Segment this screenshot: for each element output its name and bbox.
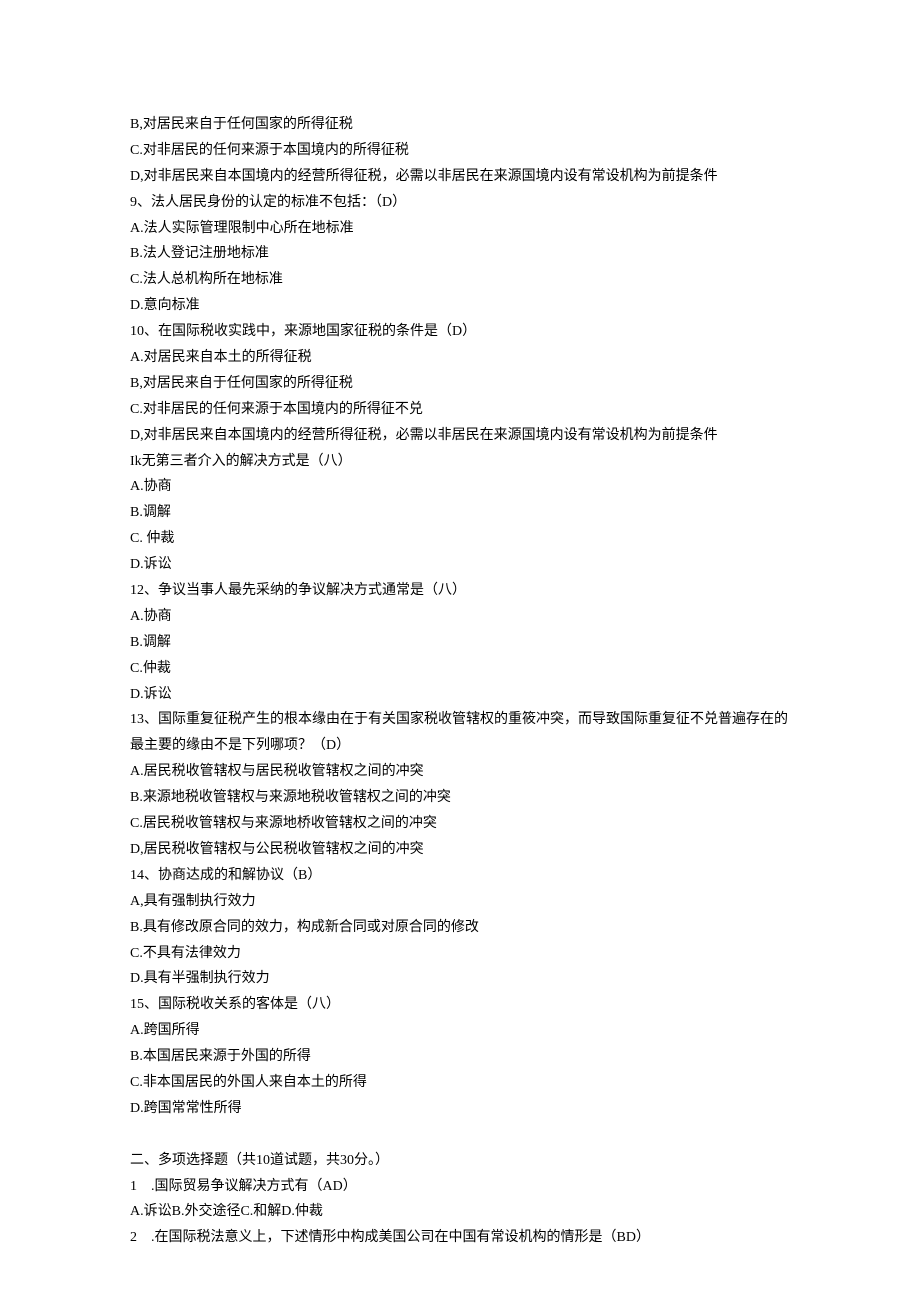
text-line: A.法人实际管理限制中心所在地标准 [130, 216, 790, 242]
text-line: D.诉讼 [130, 682, 790, 708]
text-line: 1 .国际贸易争议解决方式有（AD） [130, 1174, 790, 1200]
text-line: B.本国居民来源于外国的所得 [130, 1044, 790, 1070]
text-line: B,对居民来自于任何国家的所得征税 [130, 371, 790, 397]
text-line: C.居民税收管辖权与来源地桥收管辖权之间的冲突 [130, 811, 790, 837]
text-line: B.具有修改原合同的效力，构成新合同或对原合同的修改 [130, 915, 790, 941]
text-line: C.不具有法律效力 [130, 941, 790, 967]
text-line: C. 仲裁 [130, 526, 790, 552]
text-line: D,居民税收管辖权与公民税收管辖权之间的冲突 [130, 837, 790, 863]
document-page: B,对居民来自于任何国家的所得征税C.对非居民的任何来源于本国境内的所得征税D,… [0, 0, 920, 1311]
text-line: B.调解 [130, 500, 790, 526]
text-line: Ik无第三者介入的解决方式是（八） [130, 449, 790, 475]
text-line: 9、法人居民身份的认定的标准不包括：（D） [130, 190, 790, 216]
text-line: B.调解 [130, 630, 790, 656]
text-line: A.跨国所得 [130, 1018, 790, 1044]
document-content: B,对居民来自于任何国家的所得征税C.对非居民的任何来源于本国境内的所得征税D,… [130, 112, 790, 1251]
text-line: B.法人登记注册地标准 [130, 241, 790, 267]
text-line: 2 .在国际税法意义上，下述情形中构成美国公司在中国有常设机构的情形是（BD） [130, 1225, 790, 1251]
text-line: C.对非居民的任何来源于本国境内的所得征税 [130, 138, 790, 164]
text-line: C.非本国居民的外国人来自本土的所得 [130, 1070, 790, 1096]
text-line: B.来源地税收管辖权与来源地税收管辖权之间的冲突 [130, 785, 790, 811]
text-line: C.法人总机构所在地标准 [130, 267, 790, 293]
blank-line [130, 1122, 790, 1148]
text-line: D.跨国常常性所得 [130, 1096, 790, 1122]
text-line: A,具有强制执行效力 [130, 889, 790, 915]
text-line: 15、国际税收关系的客体是（八） [130, 992, 790, 1018]
text-line: D.意向标准 [130, 293, 790, 319]
text-line: 二、多项选择题（共10道试题，共30分。） [130, 1148, 790, 1174]
text-line: 13、国际重复征税产生的根本缘由在于有关国家税收管辖权的重筱冲突，而导致国际重复… [130, 707, 790, 759]
text-line: A.协商 [130, 604, 790, 630]
text-line: D,对非居民来自本国境内的经营所得征税，必需以非居民在来源国境内设有常设机构为前… [130, 423, 790, 449]
text-line: 10、在国际税收实践中，来源地国家征税的条件是（D） [130, 319, 790, 345]
text-line: A.协商 [130, 474, 790, 500]
text-line: C.对非居民的任何来源于本国境内的所得征不兑 [130, 397, 790, 423]
text-line: D.诉讼 [130, 552, 790, 578]
text-line: A.对居民来自本土的所得征税 [130, 345, 790, 371]
text-line: A.居民税收管辖权与居民税收管辖权之间的冲突 [130, 759, 790, 785]
text-line: C.仲裁 [130, 656, 790, 682]
text-line: B,对居民来自于任何国家的所得征税 [130, 112, 790, 138]
text-line: A.诉讼B.外交途径C.和解D.仲裁 [130, 1199, 790, 1225]
text-line: D,对非居民来自本国境内的经营所得征税，必需以非居民在来源国境内设有常设机构为前… [130, 164, 790, 190]
text-line: D.具有半强制执行效力 [130, 966, 790, 992]
text-line: 14、协商达成的和解协议（B） [130, 863, 790, 889]
text-line: 12、争议当事人最先采纳的争议解决方式通常是（八） [130, 578, 790, 604]
